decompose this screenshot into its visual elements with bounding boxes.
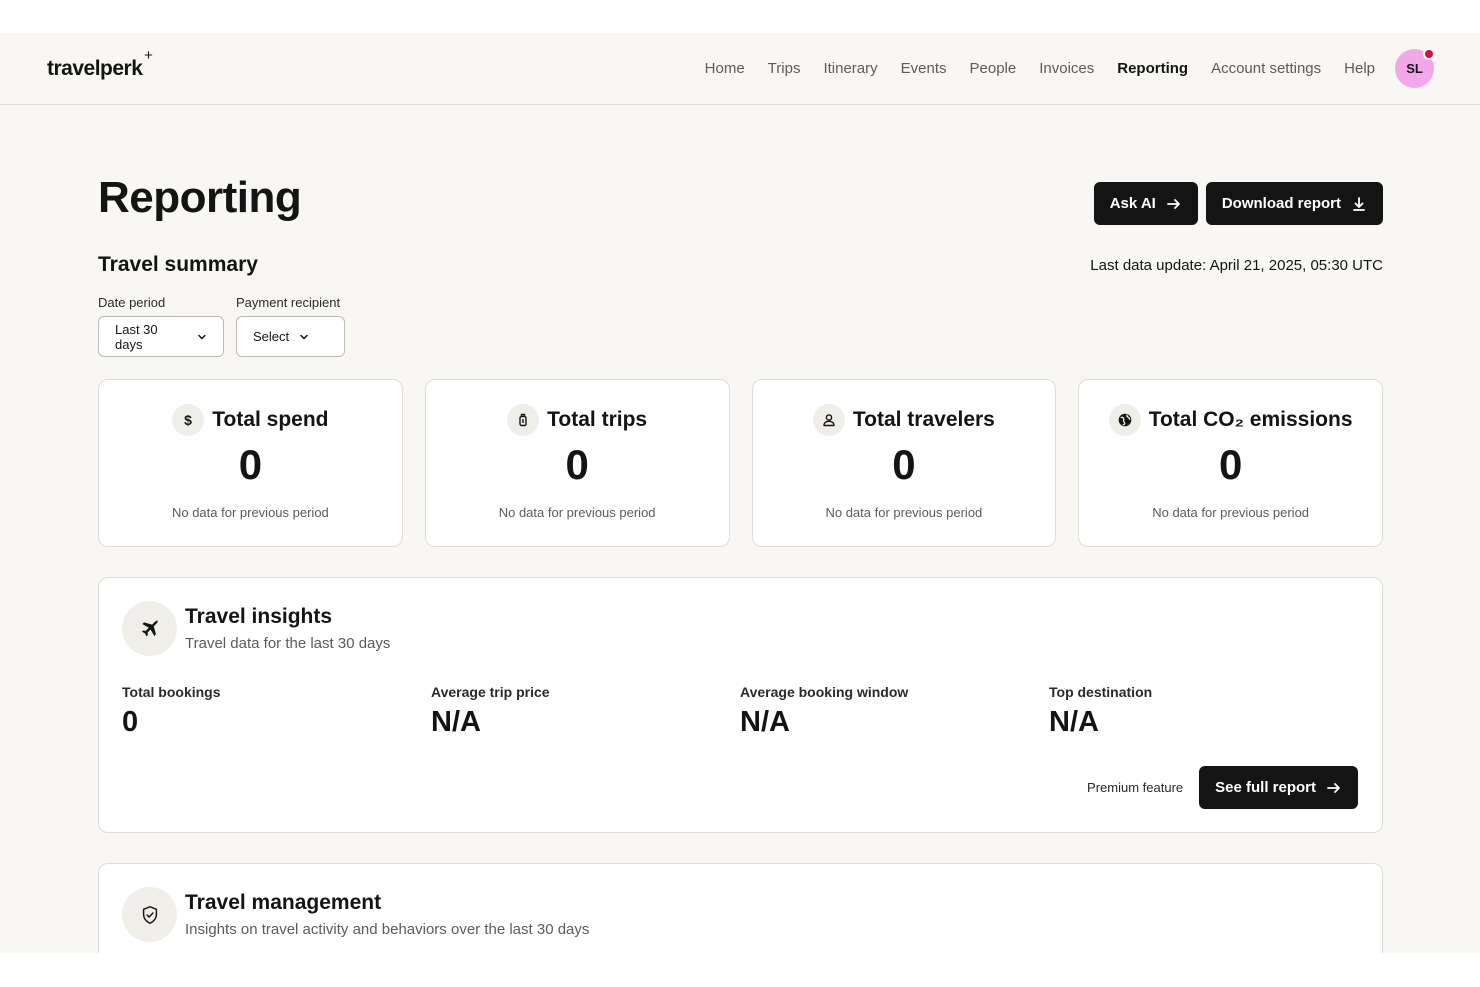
metric-label: Average booking window	[740, 684, 909, 700]
metric-total-bookings: Total bookings 0	[122, 684, 431, 739]
insights-metrics: Total bookings 0 Average trip price N/A …	[122, 684, 1358, 739]
stat-title: Total trips	[547, 408, 648, 431]
travelperk-logo[interactable]: travelperk +	[47, 47, 153, 81]
travel-management-panel: Travel management Insights on travel act…	[98, 863, 1383, 953]
stat-comparison: No data for previous period	[825, 505, 983, 521]
nav-help[interactable]: Help	[1344, 60, 1375, 77]
payment-recipient-filter: Payment recipient Select	[236, 295, 345, 357]
page-title: Reporting	[98, 173, 302, 222]
download-report-button[interactable]: Download report	[1205, 182, 1383, 225]
stat-value: 0	[892, 441, 916, 488]
nav-people[interactable]: People	[970, 60, 1017, 77]
avatar-initials: SL	[1406, 61, 1423, 76]
payment-recipient-value: Select	[253, 329, 290, 344]
travel-summary-heading: Travel summary	[98, 253, 258, 276]
date-period-label: Date period	[98, 295, 166, 310]
arrow-right-icon	[1327, 782, 1340, 793]
date-period-select[interactable]: Last 30 days	[98, 316, 224, 357]
app-window: travelperk + Home Trips Itinerary Events …	[0, 33, 1480, 953]
stat-comparison: No data for previous period	[1152, 505, 1310, 521]
stat-comparison: No data for previous period	[498, 505, 656, 521]
last-data-update: Last data update: April 21, 2025, 05:30 …	[1090, 257, 1383, 274]
nav-itinerary[interactable]: Itinerary	[823, 60, 877, 77]
premium-feature-label: Premium feature	[1087, 780, 1184, 795]
date-period-filter: Date period Last 30 days	[98, 295, 224, 357]
globe-icon	[1108, 404, 1141, 436]
main-nav: Home Trips Itinerary Events People Invoi…	[682, 48, 1435, 88]
stat-title: Total travelers	[852, 408, 995, 431]
chevron-down-icon	[300, 334, 308, 339]
nav-account-settings[interactable]: Account settings	[1211, 60, 1321, 77]
logo-mark: +	[144, 46, 153, 64]
management-subtitle: Insights on travel activity and behavior…	[185, 921, 590, 938]
notification-dot	[1423, 48, 1435, 60]
ask-ai-button[interactable]: Ask AI	[1093, 182, 1198, 225]
see-full-report-label: See full report	[1215, 779, 1316, 796]
nav-events[interactable]: Events	[901, 60, 947, 77]
stat-card-total-spend: $ Total spend 0 No data for previous per…	[98, 379, 403, 547]
date-period-value: Last 30 days	[115, 321, 158, 352]
nav-invoices[interactable]: Invoices	[1039, 60, 1094, 77]
nav-trips[interactable]: Trips	[768, 60, 801, 77]
stat-title: Total CO₂ emissions	[1148, 408, 1353, 431]
premium-feature-row: Premium feature See full report	[1087, 766, 1358, 809]
stat-value: 0	[238, 441, 263, 488]
person-icon	[812, 404, 845, 436]
ask-ai-label: Ask AI	[1109, 195, 1156, 212]
nav-reporting[interactable]: Reporting	[1117, 60, 1188, 77]
luggage-icon	[507, 404, 540, 436]
payment-recipient-select[interactable]: Select	[236, 316, 345, 357]
summary-stats: $ Total spend 0 No data for previous per…	[98, 379, 1383, 547]
metric-top-destination: Top destination N/A	[1049, 684, 1358, 739]
dollar-icon: $	[172, 404, 205, 436]
payment-recipient-label: Payment recipient	[236, 295, 341, 310]
metric-value: N/A	[431, 706, 481, 738]
travel-insights-panel: Travel insights Travel data for the last…	[98, 577, 1383, 833]
metric-value: N/A	[740, 706, 790, 738]
svg-text:$: $	[184, 412, 192, 428]
top-navigation-bar: travelperk + Home Trips Itinerary Events …	[0, 33, 1480, 105]
airplane-icon	[122, 601, 177, 656]
shield-icon	[122, 887, 177, 942]
nav-home[interactable]: Home	[705, 60, 745, 77]
stat-comparison: No data for previous period	[171, 505, 329, 521]
logo-text: travelperk	[47, 56, 143, 80]
metric-label: Average trip price	[431, 684, 550, 700]
stat-title: Total spend	[212, 408, 329, 431]
chevron-down-icon	[198, 334, 206, 339]
stat-card-total-trips: Total trips 0 No data for previous perio…	[424, 379, 730, 547]
metric-value: N/A	[1049, 706, 1099, 738]
metric-average-booking-window: Average booking window N/A	[740, 684, 1049, 739]
download-report-label: Download report	[1221, 195, 1341, 212]
page-actions: Ask AI Download report	[1093, 182, 1383, 225]
user-avatar[interactable]: SL	[1395, 48, 1435, 88]
download-icon	[1353, 196, 1365, 211]
stat-card-total-co2: Total CO₂ emissions 0 No data for previo…	[1078, 379, 1383, 547]
metric-label: Top destination	[1049, 684, 1153, 700]
metric-label: Total bookings	[122, 684, 221, 700]
insights-title: Travel insights	[185, 605, 333, 628]
stat-value: 0	[565, 441, 589, 488]
insights-subtitle: Travel data for the last 30 days	[185, 635, 391, 652]
metric-value: 0	[122, 706, 139, 738]
metric-average-trip-price: Average trip price N/A	[431, 684, 740, 739]
see-full-report-button[interactable]: See full report	[1199, 766, 1358, 809]
arrow-right-icon	[1166, 198, 1180, 209]
stat-card-total-travelers: Total travelers 0 No data for previous p…	[751, 379, 1057, 547]
management-title: Travel management	[185, 891, 382, 914]
stat-value: 0	[1218, 441, 1243, 488]
